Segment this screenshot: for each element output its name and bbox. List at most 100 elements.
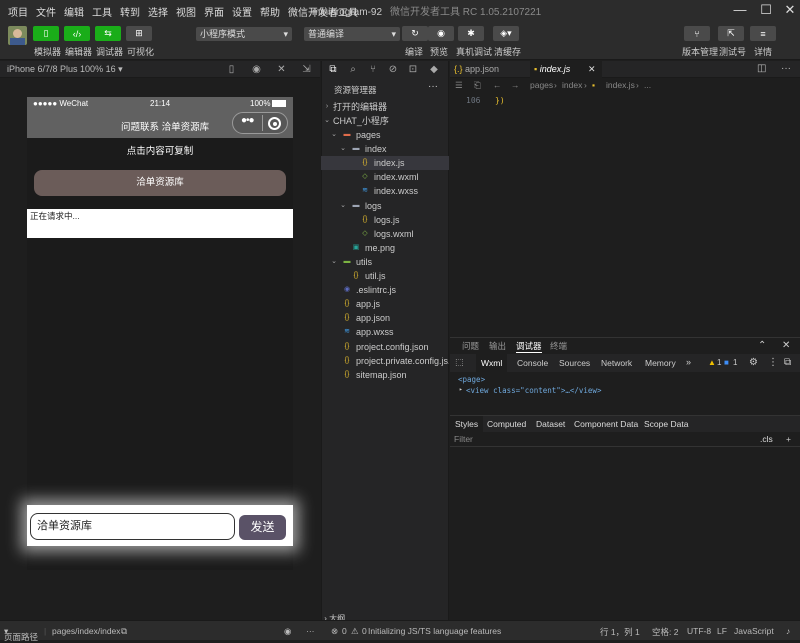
tab-wxml[interactable]: Wxml — [476, 354, 508, 372]
device-select[interactable]: iPhone 6/7/8 Plus 100% 16 ▾ — [7, 64, 123, 75]
gear-icon[interactable]: ⚙ — [749, 357, 758, 368]
dom-node-view[interactable]: <view class="content">…</view> — [466, 386, 601, 395]
debugger-icon[interactable]: ⇆ — [95, 26, 121, 41]
source-control-icon[interactable]: ⑂ — [367, 64, 379, 76]
tab-styles[interactable]: Styles — [450, 416, 484, 433]
chevron-down-icon[interactable]: ⌄ — [339, 142, 347, 156]
close-mini-icon[interactable] — [268, 117, 281, 130]
resource-button[interactable]: 洽单资源库 — [34, 170, 286, 196]
breadcrumb-item[interactable]: index.js — [606, 78, 635, 93]
add-rule-icon[interactable]: + — [786, 432, 791, 447]
tab-console[interactable]: Console — [512, 354, 553, 372]
more-icon[interactable]: ··· — [428, 81, 438, 92]
testid-icon[interactable]: ⇱ — [718, 26, 744, 41]
minimize-icon[interactable]: — — [732, 2, 748, 18]
chevron-down-icon[interactable]: ⌄ — [330, 128, 338, 142]
expand-arrow-icon[interactable]: ▸ — [459, 386, 463, 393]
more-tabs-icon[interactable]: » — [686, 357, 691, 367]
tree-file[interactable]: ▣ me.png — [321, 241, 449, 255]
tree-file[interactable]: {} sitemap.json — [321, 368, 449, 382]
tree-file[interactable]: {} util.js — [321, 269, 449, 283]
tab-memory[interactable]: Memory — [640, 354, 681, 372]
list-icon[interactable]: ☰ — [455, 78, 463, 93]
tab-scope-data[interactable]: Scope Data — [639, 416, 693, 433]
page-path[interactable]: pages/index/index — [52, 626, 121, 636]
open-editors-section[interactable]: › 打开的编辑器 — [321, 100, 449, 114]
tree-file[interactable]: ◉ .eslintrc.js — [321, 283, 449, 297]
cls-toggle[interactable]: .cls — [760, 432, 773, 447]
tree-file[interactable]: {} project.config.json — [321, 340, 449, 354]
mode-select[interactable]: 小程序模式 ▾ — [196, 27, 292, 41]
version-icon[interactable]: ⑂ — [684, 26, 710, 41]
tab-network[interactable]: Network — [596, 354, 637, 372]
error-icon[interactable]: ⊗ — [331, 626, 338, 637]
tree-file[interactable]: {} project.private.config.js... — [321, 354, 449, 368]
simulator-icon[interactable]: ▯ — [33, 26, 59, 41]
editor-icon[interactable]: ‹/› — [64, 26, 90, 41]
chevron-down-icon[interactable]: ⌄ — [330, 255, 338, 269]
cursor-position[interactable]: 行 1，列 1 — [600, 626, 640, 638]
breadcrumb-item[interactable]: pages — [530, 78, 553, 93]
compile-icon[interactable]: ↻ — [402, 26, 428, 41]
record-icon[interactable]: ◉ — [251, 64, 262, 75]
more-icon[interactable]: ●•● — [241, 115, 255, 126]
language-mode[interactable]: JavaScript — [734, 626, 774, 636]
tab-computed[interactable]: Computed — [482, 416, 531, 433]
send-button[interactable]: 发送 — [239, 515, 286, 540]
tab-index-js[interactable]: ▪ index.js ✕ — [530, 61, 602, 78]
inspect-icon[interactable]: ⬚ — [455, 357, 464, 368]
close-icon[interactable]: ✕ — [782, 2, 798, 18]
files-icon[interactable]: ⧉ — [327, 64, 339, 76]
page-path-toggle[interactable]: 页面路径 ▾ — [4, 626, 38, 642]
tree-folder[interactable]: ⌄ ▬ pages — [321, 128, 449, 142]
tree-file[interactable]: {} logs.js — [321, 213, 449, 227]
preview-icon[interactable]: ◉ — [428, 26, 454, 41]
avatar[interactable] — [8, 26, 27, 45]
chevron-down-icon[interactable]: ⌄ — [339, 199, 347, 213]
menu-item[interactable]: 工具 — [88, 4, 116, 19]
forward-icon[interactable]: → — [511, 78, 520, 93]
tree-file[interactable]: {} app.js — [321, 297, 449, 311]
docker-icon[interactable]: ◆ — [428, 64, 440, 76]
bookmark-icon[interactable]: ⎗ — [474, 78, 481, 93]
mute-icon[interactable]: ✕ — [276, 64, 287, 75]
bell-icon[interactable]: ♪ — [786, 626, 790, 636]
tab-terminal[interactable]: 终端 — [550, 340, 567, 352]
tree-file[interactable]: ◇ index.wxml — [321, 170, 449, 184]
tab-output[interactable]: 输出 — [489, 340, 506, 352]
wxml-tree[interactable]: <page> ▸ <view class="content">…</view> — [450, 372, 800, 412]
tree-file[interactable]: {} app.json — [321, 311, 449, 325]
clear-cache-icon[interactable]: ◈▾ — [493, 26, 519, 41]
menu-item[interactable]: 视图 — [172, 4, 200, 19]
tab-problems[interactable]: 问题 — [462, 340, 479, 352]
tab-component-data[interactable]: Component Data — [569, 416, 643, 433]
more-icon[interactable]: ··· — [781, 63, 791, 74]
filter-input[interactable]: Filter — [454, 432, 473, 447]
message-input[interactable]: 洽单资源库 — [30, 513, 235, 540]
menu-item[interactable]: 转到 — [116, 4, 144, 19]
tree-folder[interactable]: ⌄ ▬ index — [321, 142, 449, 156]
indentation[interactable]: 空格: 2 — [652, 626, 678, 638]
tree-file[interactable]: ◇ logs.wxml — [321, 227, 449, 241]
breadcrumb-item[interactable]: ... — [644, 78, 651, 93]
visual-icon[interactable]: ⊞ — [126, 26, 152, 41]
tab-dataset[interactable]: Dataset — [531, 416, 570, 433]
copy-icon[interactable]: ⧉ — [121, 626, 127, 637]
collapse-panel-icon[interactable]: ⌃ — [758, 340, 766, 351]
dock-icon[interactable]: ⧉ — [784, 357, 791, 368]
breadcrumb-item[interactable]: index — [562, 78, 582, 93]
tree-file[interactable]: {} index.js — [321, 156, 449, 171]
tree-file[interactable]: ≋ app.wxss — [321, 325, 449, 339]
search-icon[interactable]: ⌕ — [347, 64, 359, 76]
close-tab-icon[interactable]: ✕ — [588, 61, 596, 78]
menu-item[interactable]: 界面 — [200, 4, 228, 19]
tree-file[interactable]: ≋ index.wxss — [321, 184, 449, 198]
tab-debugger[interactable]: 调试器 — [516, 340, 542, 353]
menu-item[interactable]: 项目 — [4, 4, 32, 19]
real-debug-icon[interactable]: ✱ — [458, 26, 484, 41]
menu-item[interactable]: 编辑 — [60, 4, 88, 19]
split-editor-icon[interactable]: ◫ — [757, 63, 766, 74]
menu-item[interactable]: 设置 — [228, 4, 256, 19]
compile-select[interactable]: 普通编译 ▾ — [304, 27, 400, 41]
tab-app-json[interactable]: {.} app.json — [450, 61, 528, 78]
